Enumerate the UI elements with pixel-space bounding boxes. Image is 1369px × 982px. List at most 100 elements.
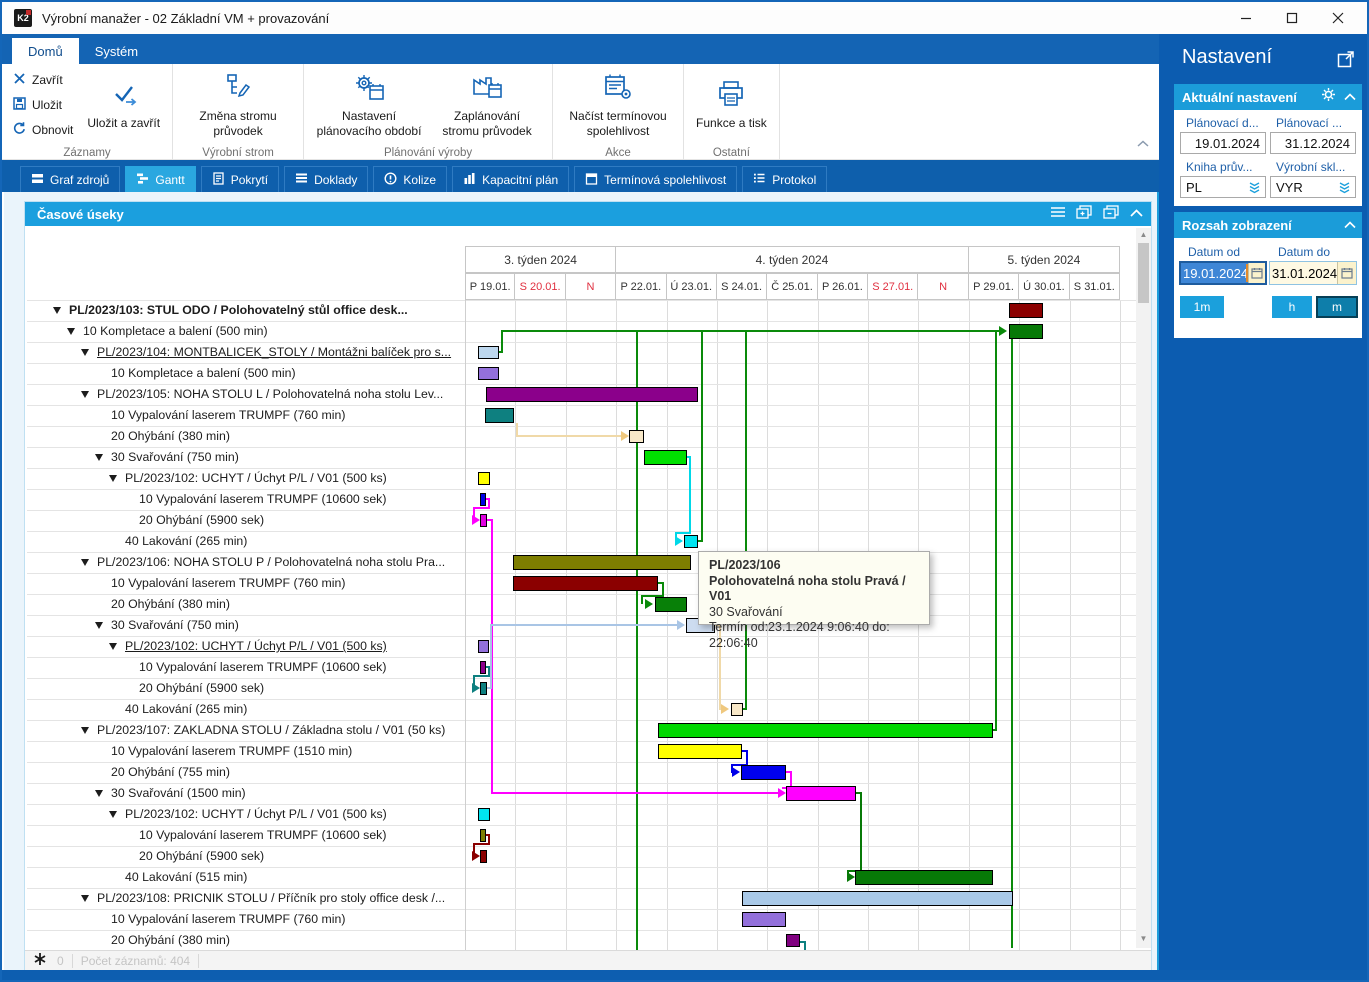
collapse-card-icon[interactable] — [1344, 216, 1356, 234]
gantt-bar[interactable] — [741, 765, 786, 780]
calendar-icon[interactable] — [1337, 262, 1356, 284]
ribbon-button[interactable]: Zaplánování stromu průvodek — [428, 68, 546, 143]
tab-graf-zdroj-[interactable]: Graf zdrojů — [20, 166, 121, 192]
range-h-button[interactable]: h — [1272, 296, 1312, 318]
gantt-bar[interactable] — [478, 808, 490, 821]
collapse-arrow-icon[interactable] — [81, 349, 89, 356]
tab-term-nov-spolehlivost[interactable]: Termínová spolehlivost — [574, 166, 738, 192]
gantt-bar[interactable] — [786, 934, 800, 947]
gantt-bar[interactable] — [478, 346, 499, 359]
gantt-row-label[interactable]: 20 Ohýbání (380 min) — [111, 429, 230, 443]
ribbon-button[interactable]: Nastavení plánovacího období — [310, 68, 428, 143]
ribbon-collapse-icon[interactable] — [1137, 135, 1149, 153]
gantt-bar[interactable] — [629, 430, 644, 443]
collapse-arrow-icon[interactable] — [95, 454, 103, 461]
collapse-arrow-icon[interactable] — [109, 811, 117, 818]
gantt-bar[interactable] — [480, 850, 487, 863]
gantt-bar[interactable] — [1009, 303, 1043, 318]
planning-date-to-input[interactable]: 31.12.2024 — [1270, 132, 1356, 154]
gantt-row-label[interactable]: 10 Vypalování laserem TRUMPF (10600 sek) — [139, 492, 386, 506]
current-settings-header[interactable]: Aktuální nastavení — [1174, 84, 1362, 110]
date-to-input[interactable]: 31.01.2024 — [1269, 261, 1357, 285]
zavřít-button[interactable]: Zavřít — [8, 69, 77, 91]
menu-icon[interactable] — [1050, 205, 1066, 223]
collapse-card-icon[interactable] — [1344, 88, 1356, 106]
collapse-arrow-icon[interactable] — [109, 475, 117, 482]
gantt-row-label[interactable]: 20 Ohýbání (5900 sek) — [139, 681, 264, 695]
gantt-row-label[interactable]: 10 Kompletace a balení (500 min) — [83, 324, 268, 338]
gantt-row-label[interactable]: 30 Svařování (750 min) — [111, 450, 239, 464]
gantt-bar[interactable] — [684, 535, 698, 548]
tab-doklady[interactable]: Doklady — [284, 166, 369, 192]
gantt-row-label[interactable]: 20 Ohýbání (5900 sek) — [139, 849, 264, 863]
gantt-row-label[interactable]: 20 Ohýbání (755 min) — [111, 765, 230, 779]
tab-gantt[interactable]: Gantt — [125, 166, 196, 192]
gantt-row-label[interactable]: PL/2023/103: STUL ODO / Polohovatelný st… — [69, 303, 408, 317]
gantt-bar[interactable] — [513, 555, 691, 570]
collapse-arrow-icon[interactable] — [95, 622, 103, 629]
tab-kapacitn-pl-n[interactable]: Kapacitní plán — [452, 166, 570, 192]
calendar-icon[interactable] — [1248, 263, 1265, 283]
close-button[interactable] — [1315, 2, 1361, 34]
gantt-bar[interactable] — [480, 514, 487, 527]
gantt-row-label[interactable]: 10 Kompletace a balení (500 min) — [111, 366, 296, 380]
gantt-row-label[interactable]: 10 Vypalování laserem TRUMPF (760 min) — [111, 408, 345, 422]
maximize-button[interactable] — [1269, 2, 1315, 34]
tab-protokol[interactable]: Protokol — [742, 166, 828, 192]
tab-pokryt-[interactable]: Pokrytí — [200, 166, 280, 192]
gantt-bar[interactable] — [480, 829, 486, 842]
ribbon-button[interactable]: Načíst termínovou spolehlivost — [559, 68, 677, 143]
gantt-bar[interactable] — [655, 597, 687, 612]
gantt-row-label[interactable]: 10 Vypalování laserem TRUMPF (10600 sek) — [139, 828, 386, 842]
date-from-input[interactable]: 19.01.2024 — [1179, 261, 1267, 285]
scroll-down-icon[interactable]: ▼ — [1136, 934, 1151, 943]
collapse-arrow-icon[interactable] — [81, 559, 89, 566]
ribbon-button[interactable]: Funkce a tisk — [690, 75, 773, 135]
gantt-bar[interactable] — [1009, 324, 1043, 339]
ribbon-button[interactable]: Uložit a zavřít — [81, 75, 166, 135]
gantt-row-label[interactable]: PL/2023/106: NOHA STOLU P / Polohovateln… — [97, 555, 445, 569]
gantt-row-label[interactable]: 10 Vypalování laserem TRUMPF (760 min) — [111, 576, 345, 590]
gantt-row-label[interactable]: 10 Vypalování laserem TRUMPF (10600 sek) — [139, 660, 386, 674]
tab-kolize[interactable]: Kolize — [373, 166, 448, 192]
gantt-row-label[interactable]: PL/2023/104: MONTBALICEK_STOLY / Montážn… — [97, 345, 451, 359]
gantt-bar[interactable] — [644, 450, 687, 465]
obnovit-button[interactable]: Obnovit — [8, 119, 77, 141]
gantt-bar[interactable] — [486, 387, 698, 402]
gantt-row-label[interactable]: 10 Vypalování laserem TRUMPF (1510 min) — [111, 744, 352, 758]
gantt-row-label[interactable]: 10 Vypalování laserem TRUMPF (760 min) — [111, 912, 345, 926]
gear-icon[interactable] — [1321, 87, 1336, 107]
gantt-bar[interactable] — [731, 703, 743, 716]
gantt-bar[interactable] — [485, 408, 514, 423]
gantt-bar[interactable] — [513, 576, 658, 591]
planning-date-from-input[interactable]: 19.01.2024 — [1180, 132, 1266, 154]
gantt-bar[interactable] — [478, 472, 490, 485]
range-m-button[interactable]: m — [1316, 296, 1358, 318]
gantt-bar[interactable] — [742, 891, 1013, 906]
scroll-thumb[interactable] — [1138, 243, 1149, 303]
popout-icon[interactable] — [1337, 50, 1355, 73]
gantt-row-label[interactable]: PL/2023/102: UCHYT / Úchyt P/L / V01 (50… — [125, 807, 387, 821]
collapse-arrow-icon[interactable] — [81, 391, 89, 398]
gantt-bar[interactable] — [480, 682, 487, 695]
ribbon-tab-domů[interactable]: Domů — [12, 38, 79, 64]
gantt-bar[interactable] — [480, 493, 486, 506]
ribbon-tab-systém[interactable]: Systém — [79, 38, 154, 64]
gantt-row-label[interactable]: PL/2023/105: NOHA STOLU L / Polohovateln… — [97, 387, 443, 401]
gantt-row-label[interactable]: PL/2023/102: UCHYT / Úchyt P/L / V01 (50… — [125, 471, 387, 485]
gantt-row-label[interactable]: 20 Ohýbání (5900 sek) — [139, 513, 264, 527]
uložit-button[interactable]: Uložit — [8, 94, 77, 116]
warehouse-combo[interactable]: VYR — [1270, 176, 1356, 198]
gantt-bar[interactable] — [478, 367, 499, 380]
gantt-bar[interactable] — [786, 786, 856, 801]
collapse-arrow-icon[interactable] — [67, 328, 75, 335]
gantt-bar[interactable] — [855, 870, 993, 885]
gantt-bar[interactable] — [658, 723, 993, 738]
gantt-bar[interactable] — [478, 640, 489, 653]
gantt-row-label[interactable]: PL/2023/108: PRICNIK STOLU / Příčník pro… — [97, 891, 445, 905]
gantt-bar[interactable] — [742, 912, 786, 927]
scroll-up-icon[interactable]: ▲ — [1136, 230, 1151, 239]
gantt-row-label[interactable]: 40 Lakování (515 min) — [125, 870, 247, 884]
expand-all-icon[interactable] — [1076, 204, 1093, 224]
display-range-header[interactable]: Rozsah zobrazení — [1174, 212, 1362, 238]
